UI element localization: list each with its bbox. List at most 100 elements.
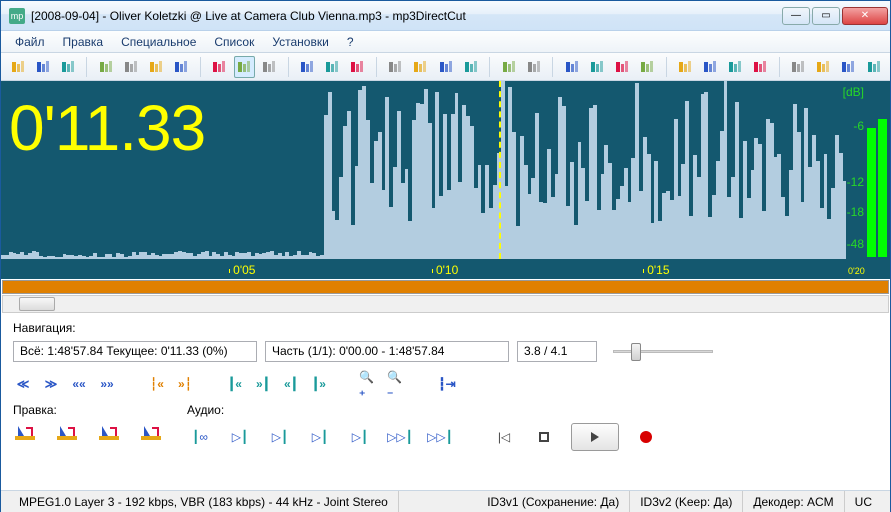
set-3-icon[interactable] (838, 56, 859, 78)
mark-in-button[interactable]: ┆« (147, 375, 167, 393)
edit-cut-icon[interactable] (13, 423, 37, 443)
tool-1-icon[interactable] (674, 56, 695, 78)
save-segment-icon[interactable] (32, 56, 53, 78)
prev-track-button[interactable]: |◁ (491, 426, 517, 448)
toolbar-separator (288, 57, 289, 77)
play-segment-button[interactable]: ▷┃ (267, 426, 293, 448)
waveform-display[interactable]: 0'11.33 0'050'100'15 0'20 [dB]-6-12-18-4… (1, 81, 890, 279)
seek-end-button[interactable]: ≫ (41, 375, 61, 393)
toolbar-separator (200, 57, 201, 77)
mark-3-icon[interactable] (347, 56, 368, 78)
rewind-button[interactable]: «« (69, 375, 89, 393)
play-from-out-button[interactable]: ▷┃ (347, 426, 373, 448)
tool-2-icon[interactable] (700, 56, 721, 78)
bars-1-icon[interactable] (385, 56, 406, 78)
jump-next-button[interactable]: ┃» (309, 375, 329, 393)
seek-start-button[interactable]: ≪ (13, 375, 33, 393)
mark-out-button[interactable]: »┆ (175, 375, 195, 393)
set-1-icon[interactable] (788, 56, 809, 78)
mark-2-icon[interactable] (322, 56, 343, 78)
jump-in-button[interactable]: ┃« (225, 375, 245, 393)
menubar: ФайлПравкаСпециальноеСписокУстановки? (1, 31, 890, 53)
sel-end-icon[interactable] (523, 56, 544, 78)
nav-4-icon[interactable] (636, 56, 657, 78)
navigation-panel: Навигация: Всё: 1:48'57.84 Текущее: 0'11… (1, 315, 890, 367)
sel-start-icon[interactable] (498, 56, 519, 78)
scroll-thumb[interactable] (19, 297, 55, 311)
skip-back-button[interactable]: ▷▷┃ (387, 426, 413, 448)
open-icon[interactable] (7, 56, 28, 78)
horizontal-scrollbar[interactable] (2, 295, 889, 313)
segment-bar[interactable] (2, 280, 889, 294)
menu-item-2[interactable]: Специальное (113, 33, 204, 51)
db-label: -18 (847, 205, 864, 219)
copy-icon[interactable] (120, 56, 141, 78)
window-title: [2008-09-04] - Oliver Koletzki @ Live at… (31, 9, 782, 23)
level-meter (867, 107, 887, 257)
menu-item-1[interactable]: Правка (55, 33, 112, 51)
stop-button[interactable] (531, 426, 557, 448)
play-from-start-button[interactable]: ▷┃ (227, 426, 253, 448)
status-id3v2: ID3v2 (Keep: Да) (630, 491, 743, 512)
db-label: -12 (847, 175, 864, 189)
edit-trim-icon[interactable] (55, 423, 79, 443)
mark-1-icon[interactable] (297, 56, 318, 78)
nav-all-current-field[interactable]: Всё: 1:48'57.84 Текущее: 0'11.33 (0%) (13, 341, 257, 362)
minimize-button[interactable]: — (782, 7, 810, 25)
set-4-icon[interactable] (863, 56, 884, 78)
app-icon: mp (9, 8, 25, 24)
bars-3-icon[interactable] (435, 56, 456, 78)
set-2-icon[interactable] (813, 56, 834, 78)
edit-fade-out-icon[interactable] (139, 423, 163, 443)
undo-icon[interactable] (170, 56, 191, 78)
nav-zoom-field[interactable]: 3.8 / 4.1 (517, 341, 597, 362)
save-selection-icon[interactable] (57, 56, 78, 78)
menu-item-0[interactable]: Файл (7, 33, 53, 51)
edit-label: Правка: (13, 403, 163, 417)
play-to-out-button[interactable]: ▷┃ (307, 426, 333, 448)
nav-part-field[interactable]: Часть (1/1): 0'00.00 - 1:48'57.84 (265, 341, 509, 362)
window-controls: — ▭ ✕ (782, 7, 888, 25)
bars-4-icon[interactable] (460, 56, 481, 78)
zoom-sel-button[interactable]: ┇⇥ (437, 375, 457, 393)
maximize-button[interactable]: ▭ (812, 7, 840, 25)
ruler-tick: 0'10 (432, 263, 458, 277)
forward-button[interactable]: »» (97, 375, 117, 393)
edit-panel: Правка: (13, 403, 163, 451)
menu-item-3[interactable]: Список (206, 33, 262, 51)
mode-b-icon[interactable] (234, 56, 255, 78)
close-button[interactable]: ✕ (842, 7, 888, 25)
bars-2-icon[interactable] (410, 56, 431, 78)
menu-item-4[interactable]: Установки (264, 33, 336, 51)
zoom-slider[interactable] (613, 339, 713, 363)
tool-4-icon[interactable] (750, 56, 771, 78)
playhead[interactable] (499, 81, 501, 259)
toolbar-separator (779, 57, 780, 77)
toolbar-separator (489, 57, 490, 77)
jump-out-button[interactable]: »┃ (253, 375, 273, 393)
nav-2-icon[interactable] (586, 56, 607, 78)
toolbar-separator (376, 57, 377, 77)
navigation-label: Навигация: (13, 321, 878, 335)
mode-a-icon[interactable] (208, 56, 229, 78)
paste-icon[interactable] (145, 56, 166, 78)
zoom-out-button[interactable]: 🔍₋ (387, 375, 407, 393)
mode-c-icon[interactable] (259, 56, 280, 78)
record-button[interactable] (633, 426, 659, 448)
nav-1-icon[interactable] (561, 56, 582, 78)
menu-item-5[interactable]: ? (339, 33, 362, 51)
skip-fwd-button[interactable]: ▷▷┃ (427, 426, 453, 448)
status-format: MPEG1.0 Layer 3 - 192 kbps, VBR (183 kbp… (9, 491, 399, 512)
slider-thumb[interactable] (631, 343, 641, 361)
loop-button[interactable]: ┃∞ (187, 426, 213, 448)
jump-prev-button[interactable]: «┃ (281, 375, 301, 393)
edit-fade-in-icon[interactable] (97, 423, 121, 443)
zoom-in-button[interactable]: 🔍₊ (359, 375, 379, 393)
ruler-tick: 0'05 (229, 263, 255, 277)
time-ruler: 0'050'100'15 (1, 259, 846, 279)
tool-3-icon[interactable] (725, 56, 746, 78)
db-scale: 0'20 [dB]-6-12-18-48 (846, 81, 890, 279)
cut-icon[interactable] (95, 56, 116, 78)
play-button[interactable] (571, 423, 619, 451)
nav-3-icon[interactable] (611, 56, 632, 78)
